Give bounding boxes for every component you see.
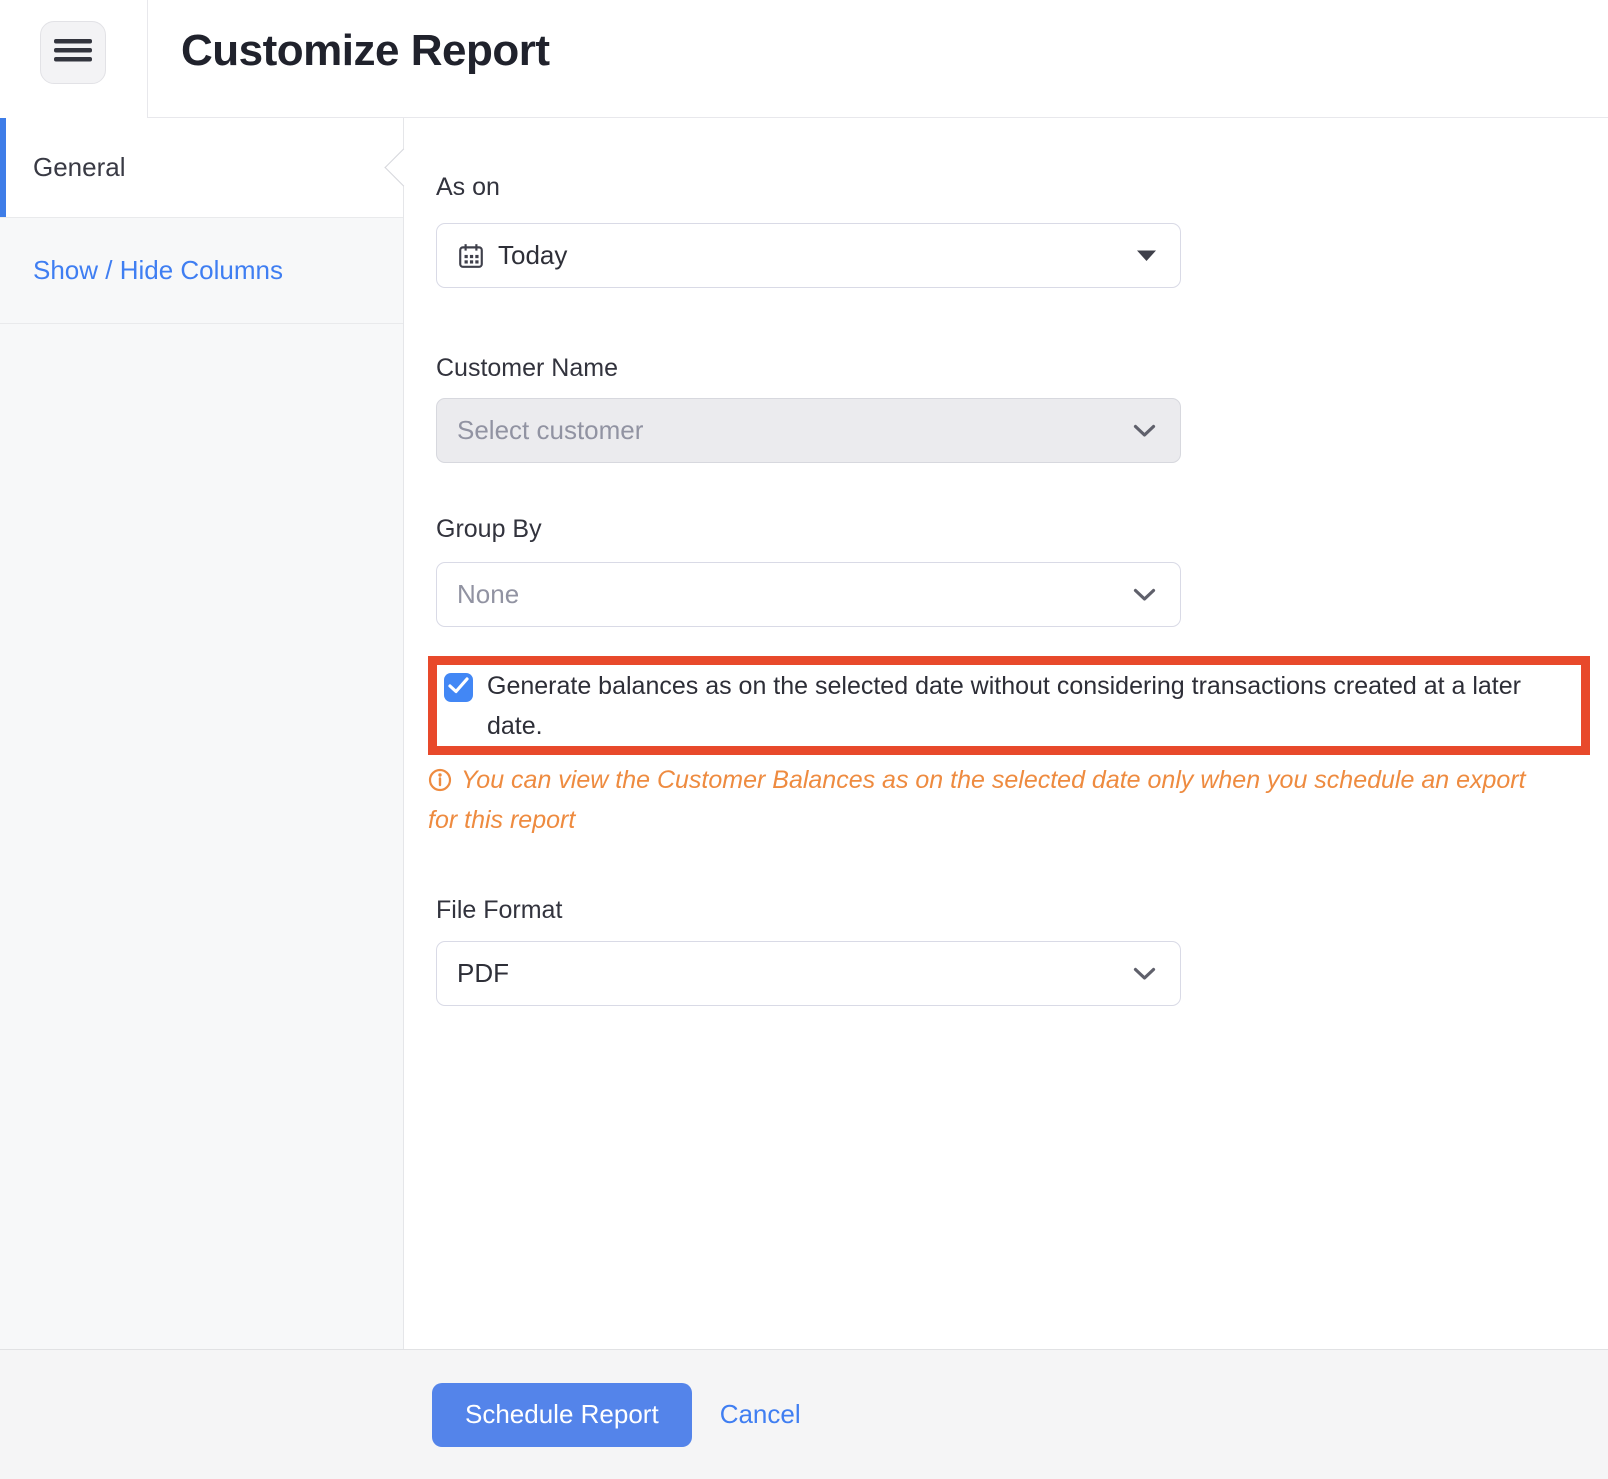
header-left-column	[0, 0, 148, 118]
file-format-value: PDF	[457, 958, 509, 989]
customer-name-label: Customer Name	[436, 353, 1181, 383]
calendar-icon	[457, 242, 485, 270]
customer-name-placeholder: Select customer	[457, 415, 643, 446]
sidebar-item-label: Show / Hide Columns	[33, 218, 283, 323]
hamburger-icon	[54, 39, 92, 67]
as-on-label: As on	[436, 172, 1181, 202]
group-by-label: Group By	[436, 514, 1181, 544]
header: Customize Report	[0, 0, 1608, 118]
as-on-value: Today	[498, 240, 567, 271]
cancel-button[interactable]: Cancel	[720, 1399, 801, 1430]
header-title-area: Customize Report	[148, 0, 1608, 118]
group-by-value: None	[457, 579, 519, 610]
customize-report-form: As on Today	[436, 118, 1181, 1006]
check-icon	[448, 677, 469, 699]
chevron-down-icon	[1133, 967, 1156, 981]
customer-name-select[interactable]: Select customer	[436, 398, 1181, 463]
caret-down-icon	[1137, 250, 1156, 261]
chevron-down-icon	[1133, 424, 1156, 438]
info-note-text: You can view the Customer Balances as on…	[428, 766, 1526, 834]
group-by-select[interactable]: None	[436, 562, 1181, 627]
as-on-select[interactable]: Today	[436, 223, 1181, 288]
highlight-annotation-box: Generate balances as on the selected dat…	[428, 656, 1590, 755]
schedule-report-button[interactable]: Schedule Report	[432, 1383, 692, 1447]
sidebar-item-general[interactable]: General	[0, 118, 403, 218]
generate-balances-checkbox[interactable]	[444, 673, 473, 702]
file-format-select[interactable]: PDF	[436, 941, 1181, 1006]
info-note: You can view the Customer Balances as on…	[428, 760, 1550, 840]
sidebar-item-show-hide-columns[interactable]: Show / Hide Columns	[0, 218, 403, 324]
customize-report-page: Customize Report General Show / Hide Col…	[0, 0, 1608, 1479]
active-tab-accent-bar	[0, 118, 6, 217]
file-format-label: File Format	[436, 895, 1181, 925]
chevron-down-icon	[1133, 588, 1156, 602]
sidebar: General Show / Hide Columns	[0, 118, 404, 1349]
generate-balances-label: Generate balances as on the selected dat…	[487, 666, 1569, 746]
page-title: Customize Report	[181, 26, 549, 76]
sidebar-item-label: General	[33, 118, 126, 217]
main-content: As on Today	[405, 118, 1608, 1349]
footer-action-bar: Schedule Report Cancel	[0, 1349, 1608, 1479]
menu-button[interactable]	[40, 21, 106, 84]
info-icon	[428, 768, 452, 792]
